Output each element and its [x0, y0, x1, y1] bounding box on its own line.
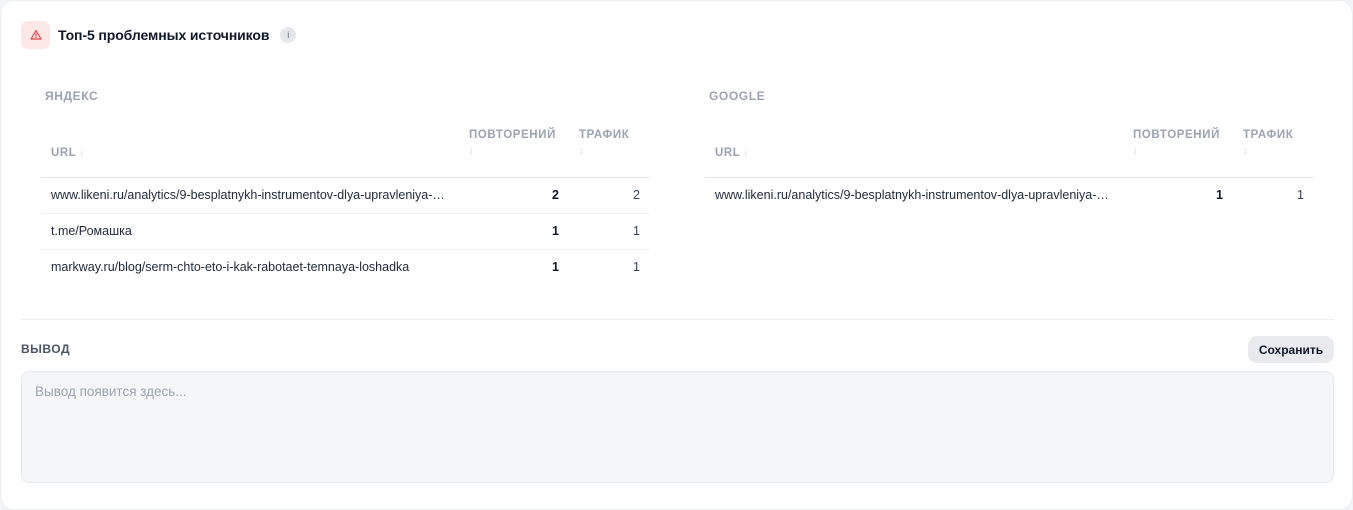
sort-icon: ↕ — [743, 147, 749, 158]
source-url[interactable]: www.likeni.ru/analytics/9-besplatnykh-in… — [41, 177, 459, 214]
repeats-value: 2 — [459, 177, 569, 214]
sort-icon: ↕ — [1243, 146, 1249, 156]
column-header-url[interactable]: URL ↕ — [41, 129, 459, 178]
conclusion-textarea[interactable] — [21, 371, 1334, 483]
table-row: www.likeni.ru/analytics/9-besplatnykh-in… — [705, 177, 1314, 213]
google-section-label: GOOGLE — [709, 89, 766, 103]
table-header-row: URL ↕ ПОВТОРЕНИЙ ↕ ТРАФИК ↕ — [41, 129, 650, 178]
card-header: Топ-5 проблемных источников i — [21, 21, 297, 49]
info-icon[interactable]: i — [280, 27, 297, 43]
table-row: t.me/Ромашка 1 1 — [41, 213, 650, 250]
column-header-repeats[interactable]: ПОВТОРЕНИЙ ↕ — [459, 129, 569, 178]
column-header-traffic[interactable]: ТРАФИК ↕ — [1233, 129, 1314, 178]
section-divider — [21, 319, 1334, 320]
save-button[interactable]: Сохранить — [1248, 336, 1334, 363]
sort-icon: ↕ — [579, 146, 585, 156]
problem-sources-card: Топ-5 проблемных источников i ЯНДЕКС URL… — [0, 0, 1353, 510]
repeats-value: 1 — [459, 213, 569, 250]
column-header-repeats[interactable]: ПОВТОРЕНИЙ ↕ — [1123, 129, 1233, 178]
source-url[interactable]: www.likeni.ru/analytics/9-besplatnykh-in… — [705, 177, 1123, 213]
table-header-row: URL ↕ ПОВТОРЕНИЙ ↕ ТРАФИК ↕ — [705, 129, 1314, 178]
repeats-value: 1 — [1216, 188, 1223, 203]
card-title: Топ-5 проблемных источников — [58, 27, 270, 43]
traffic-value: 1 — [1297, 188, 1304, 203]
source-url[interactable]: t.me/Ромашка — [41, 213, 459, 250]
column-header-traffic[interactable]: ТРАФИК ↕ — [569, 129, 650, 178]
column-header-url[interactable]: URL ↕ — [705, 129, 1123, 178]
table-row: markway.ru/blog/serm-chto-eto-i-kak-rabo… — [41, 249, 650, 285]
traffic-value: 1 — [569, 213, 650, 250]
traffic-value: 2 — [569, 177, 650, 214]
warning-triangle-icon — [29, 29, 42, 40]
repeats-value: 1 — [552, 260, 559, 275]
sort-icon: ↕ — [469, 146, 475, 156]
sort-icon: ↕ — [1133, 146, 1139, 156]
traffic-value: 1 — [633, 260, 640, 275]
google-table: URL ↕ ПОВТОРЕНИЙ ↕ ТРАФИК ↕ www.likeni.ru/a… — [705, 129, 1314, 213]
warning-badge — [21, 21, 50, 49]
yandex-table: URL ↕ ПОВТОРЕНИЙ ↕ ТРАФИК ↕ www.likeni.ru/a… — [41, 129, 650, 285]
sort-icon: ↕ — [79, 147, 85, 158]
conclusion-label: ВЫВОД — [21, 342, 71, 356]
table-row: www.likeni.ru/analytics/9-besplatnykh-in… — [41, 177, 650, 214]
source-url[interactable]: markway.ru/blog/serm-chto-eto-i-kak-rabo… — [41, 249, 459, 285]
yandex-section-label: ЯНДЕКС — [45, 89, 99, 103]
